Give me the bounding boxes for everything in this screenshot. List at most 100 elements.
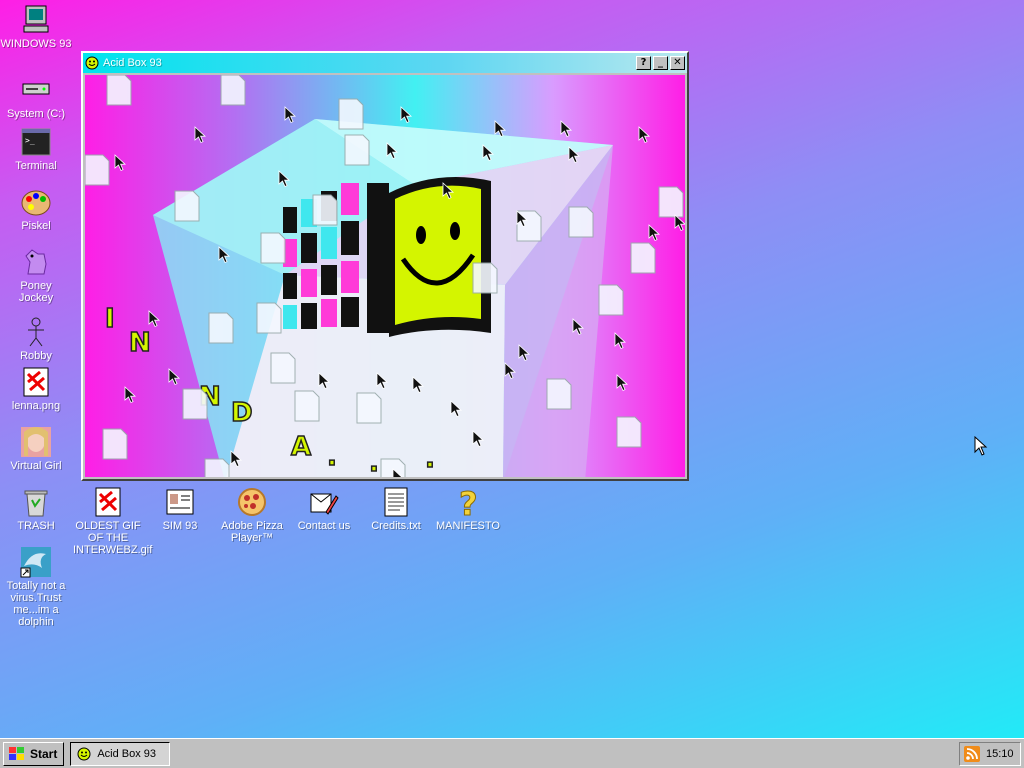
floating-document-icon <box>356 392 382 424</box>
close-button[interactable]: ✕ <box>670 56 685 70</box>
floating-document-icon <box>208 312 234 344</box>
help-button[interactable]: ? <box>636 56 651 70</box>
floating-document-icon <box>182 388 208 420</box>
floating-cursor-icon <box>284 106 297 124</box>
desktop-icon-poney-jockey[interactable]: Poney Jockey <box>0 246 72 304</box>
desktop-icon-virtual-girl[interactable]: Virtual Girl <box>0 426 72 472</box>
dolphin-shortcut-icon <box>20 546 52 578</box>
desktop-icon-oldest-gif[interactable]: OLDEST GIF OF THE INTERWEBZ.gif <box>72 486 153 556</box>
floating-letter: . <box>425 444 435 474</box>
desktop-icon-label: lenna.png <box>11 400 61 412</box>
clock: 15:10 <box>986 747 1014 760</box>
floating-document-icon <box>658 186 684 218</box>
floating-cursor-icon <box>614 332 627 350</box>
floating-document-icon <box>472 262 498 294</box>
floating-cursor-icon <box>560 120 573 138</box>
smiley-icon <box>85 56 99 70</box>
taskbar: Start Acid Box 93 15:10 <box>0 738 1024 768</box>
rss-icon[interactable] <box>964 745 980 762</box>
floating-cursor-icon <box>194 126 207 144</box>
floating-document-icon <box>546 378 572 410</box>
sim93-icon <box>164 486 196 518</box>
system-drive-icon <box>20 74 52 106</box>
floating-cursor-icon <box>638 126 651 144</box>
desktop-icon-credits[interactable]: Credits.txt <box>360 486 432 532</box>
window-title: Acid Box 93 <box>103 57 162 69</box>
image-file-icon <box>20 366 52 398</box>
system-tray: 15:10 <box>959 741 1021 766</box>
desktop-icon-label: WINDOWS 93 <box>0 38 72 50</box>
contact-icon <box>308 486 340 518</box>
floating-document-icon <box>630 242 656 274</box>
poney-jockey-icon <box>20 246 52 278</box>
desktop-icon-label: Piskel <box>21 220 51 232</box>
floating-cursor-icon <box>114 154 127 172</box>
desktop-icon-label: Contact us <box>297 520 351 532</box>
question-mark-icon: ? <box>452 485 484 524</box>
trash-icon <box>20 486 52 518</box>
desktop-icon-label: Adobe Pizza Player™ <box>221 520 283 544</box>
pizza-player-icon <box>236 486 268 518</box>
desktop-icon-dolphin[interactable]: Totally not a virus.Trust me...im a dolp… <box>0 546 72 628</box>
smiley-flag-logo <box>389 177 491 337</box>
svg-text:>_: >_ <box>25 136 35 145</box>
desktop-icon-pizza-player[interactable]: Adobe Pizza Player™ <box>216 486 288 544</box>
taskbar-item-label: Acid Box 93 <box>97 747 157 760</box>
acid-box-artwork: INNDA... <box>85 75 685 477</box>
desktop-icon-label: OLDEST GIF OF THE INTERWEBZ.gif <box>73 520 153 556</box>
desktop-icon-label: System (C:) <box>6 108 66 120</box>
desktop-icon-lenna[interactable]: lenna.png <box>0 366 72 412</box>
floating-document-icon <box>220 75 246 106</box>
desktop-icon-piskel[interactable]: Piskel <box>0 186 72 232</box>
start-button[interactable]: Start <box>3 741 65 766</box>
floating-cursor-icon <box>494 120 507 138</box>
desktop-icon-contact[interactable]: Contact us <box>288 486 360 532</box>
windows93-icon <box>20 4 52 36</box>
desktop-icon-robby[interactable]: Robby <box>0 316 72 362</box>
floating-document-icon <box>338 98 364 130</box>
floating-letter: A <box>291 432 311 462</box>
floating-document-icon <box>616 416 642 448</box>
desktop-icon-label: Terminal <box>15 160 57 172</box>
floating-document-icon <box>344 134 370 166</box>
smiley-icon <box>77 747 91 761</box>
floating-document-icon <box>85 154 110 186</box>
floating-document-icon <box>270 352 296 384</box>
terminal-icon: >_ <box>20 126 52 158</box>
floating-cursor-icon <box>616 374 629 392</box>
floating-document-icon <box>204 458 230 477</box>
taskbar-item-acid-box[interactable]: Acid Box 93 <box>70 741 171 766</box>
floating-cursor-icon <box>400 106 413 124</box>
mouse-pointer-icon <box>974 436 988 456</box>
window-titlebar[interactable]: Acid Box 93 ? _ ✕ <box>83 53 687 73</box>
acid-box-canvas[interactable]: INNDA... <box>85 75 685 477</box>
floating-document-icon <box>294 390 320 422</box>
desktop-icon-label: Virtual Girl <box>10 460 62 472</box>
start-label: Start <box>30 746 58 761</box>
floating-letter: I <box>105 304 115 334</box>
minimize-button[interactable]: _ <box>653 56 668 70</box>
desktop-icon-label: SIM 93 <box>162 520 198 532</box>
floating-document-icon <box>174 190 200 222</box>
desktop-icon-windows93[interactable]: WINDOWS 93 <box>0 4 72 50</box>
windows93-logo-icon <box>8 746 26 762</box>
floating-document-icon <box>256 302 282 334</box>
desktop-icon-label: Credits.txt <box>371 520 421 532</box>
floating-document-icon <box>106 75 132 106</box>
svg-text:?: ? <box>459 486 478 518</box>
floating-cursor-icon <box>124 386 137 404</box>
piskel-icon <box>20 186 52 218</box>
gif-file-icon <box>92 486 124 518</box>
virtual-girl-icon <box>20 426 52 458</box>
acid-box-window[interactable]: Acid Box 93 ? _ ✕ I N N D A . . . <box>81 51 689 481</box>
floating-document-icon <box>568 206 594 238</box>
floating-cursor-icon <box>648 224 661 242</box>
desktop-icon-system[interactable]: System (C:) <box>0 74 72 120</box>
floating-letter: . <box>369 448 379 477</box>
desktop-icon-sim93[interactable]: SIM 93 <box>144 486 216 532</box>
desktop-icon-manifesto[interactable]: ? MANIFESTO <box>432 485 504 533</box>
desktop-icon-trash[interactable]: TRASH <box>0 486 72 532</box>
desktop-icon-label: MANIFESTO <box>436 520 500 532</box>
desktop-icon-terminal[interactable]: >_ Terminal <box>0 126 72 172</box>
floating-document-icon <box>260 232 286 264</box>
